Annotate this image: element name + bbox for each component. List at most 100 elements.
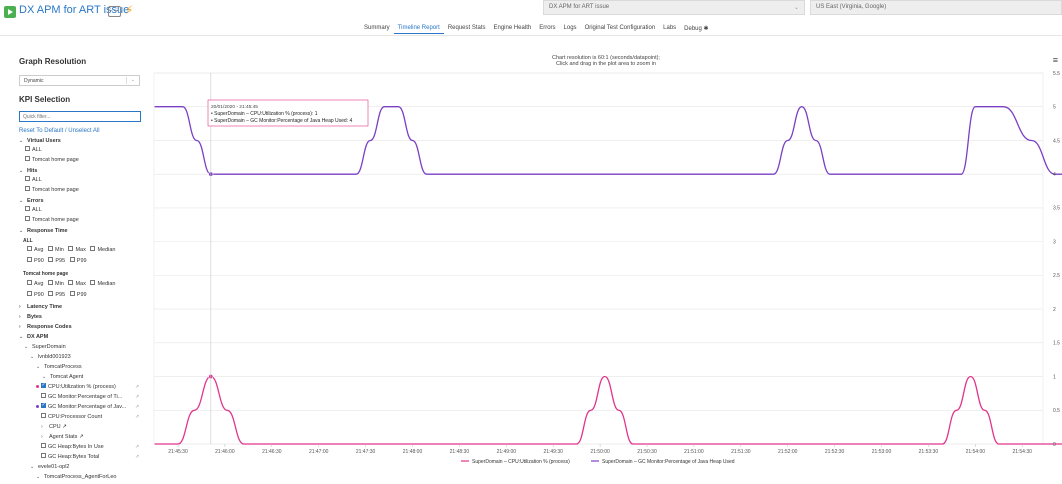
region-selector[interactable]: US East (Virginia, Google) <box>810 0 1062 15</box>
checkbox[interactable] <box>25 156 30 162</box>
tab-timeline-report[interactable]: Timeline Report <box>393 25 444 34</box>
checkbox[interactable] <box>27 291 32 297</box>
tab-summary[interactable]: Summary <box>360 25 394 34</box>
tree-node-host[interactable]: ⌄ lvnbld001923 <box>30 353 71 362</box>
metric-item[interactable]: CPU:Processor Count <box>41 413 102 422</box>
external-link-icon[interactable]: ↗ <box>62 424 67 430</box>
group-response-time[interactable]: ⌄ Response Time <box>19 227 68 236</box>
tree-node-agent-stats[interactable]: › Agent Stats ↗ <box>41 433 84 442</box>
metric-item[interactable]: GC Monitor:Percentage of Ti... <box>41 393 122 402</box>
group-hits[interactable]: ⌄ Hits <box>19 167 37 176</box>
tree-node-agent[interactable]: ⌄ Tomcat Agent <box>42 373 83 382</box>
checkbox[interactable] <box>41 393 46 399</box>
group-errors[interactable]: ⌄ Errors <box>19 197 44 206</box>
tab-errors[interactable]: Errors <box>535 25 559 34</box>
group-bytes[interactable]: › Bytes <box>19 313 42 322</box>
kpi-item[interactable]: Tomcat home page <box>25 216 79 225</box>
more-options-button[interactable]: ··· <box>108 6 121 17</box>
checkbox[interactable] <box>25 206 30 212</box>
tab-debug[interactable]: Debug ✱ <box>680 25 712 34</box>
stat-label: Median <box>97 281 116 287</box>
stat-label: Min <box>54 247 64 253</box>
checkbox[interactable] <box>41 453 46 459</box>
checkbox[interactable] <box>69 257 75 263</box>
kpi-item[interactable]: ALL <box>25 206 42 215</box>
tab-debug-label: Debug <box>684 26 702 32</box>
tab-original-test-configuration[interactable]: Original Test Configuration <box>581 25 660 34</box>
resolution-select[interactable]: Dynamic ⌄ <box>19 75 140 86</box>
kpi-item[interactable]: Tomcat home page <box>25 186 79 195</box>
checkbox[interactable] <box>68 246 74 252</box>
quick-filter-input[interactable] <box>19 111 141 122</box>
checkbox[interactable] <box>90 280 96 286</box>
y-tick-label: 3.5 <box>1053 206 1060 212</box>
metric-label: CPU:Processor Count <box>48 414 103 420</box>
group-label: DX APM <box>27 334 49 340</box>
reset-unselect-link[interactable]: Reset To Default / Unselect All <box>19 128 100 134</box>
checkbox[interactable] <box>47 246 53 252</box>
play-icon[interactable] <box>4 6 16 18</box>
group-response-codes[interactable]: › Response Codes <box>19 323 72 332</box>
checkbox[interactable] <box>25 186 30 192</box>
stat-label: Max <box>75 281 86 287</box>
checkbox[interactable] <box>27 280 32 286</box>
kpi-item[interactable]: ALL <box>25 176 42 185</box>
kpi-item[interactable]: ALL <box>25 146 42 155</box>
external-link-icon[interactable]: ↗ <box>135 384 139 390</box>
checkbox[interactable] <box>25 176 30 182</box>
chevron-right-icon: › <box>19 314 21 320</box>
metric-item[interactable]: GC Monitor:Percentage of Jav... <box>36 401 127 412</box>
checkbox[interactable] <box>68 280 74 286</box>
stat-label: Avg <box>34 281 44 287</box>
chevron-down-icon: ⌄ <box>30 354 35 360</box>
bolt-icon[interactable]: ⚡ <box>125 3 133 17</box>
checkbox[interactable] <box>25 216 30 222</box>
checkbox[interactable] <box>69 291 75 297</box>
chevron-down-icon: ⌄ <box>19 334 24 340</box>
group-virtual-users[interactable]: ⌄ Virtual Users <box>19 137 61 146</box>
hamburger-menu-icon[interactable]: ≡ <box>1053 55 1058 65</box>
tab-logs[interactable]: Logs <box>560 25 581 34</box>
kpi-item[interactable]: Tomcat home page <box>25 156 79 165</box>
metric-label: GC Monitor:Percentage of Jav... <box>48 404 127 410</box>
checkbox[interactable] <box>27 246 32 252</box>
timeline-chart[interactable]: 20/01/2020 - 21:45:45 • SuperDomain – CP… <box>150 37 1062 484</box>
external-link-icon[interactable]: ↗ <box>135 394 139 400</box>
metric-item[interactable]: GC Heap:Bytes Total <box>41 453 99 462</box>
checkbox[interactable] <box>48 257 54 263</box>
group-label: Response Time <box>27 228 68 234</box>
x-tick-label: 21:53:00 <box>872 449 892 455</box>
tree-node-cpu[interactable]: › CPU ↗ <box>41 423 67 432</box>
checkbox[interactable] <box>41 401 46 410</box>
group-dx-apm[interactable]: ⌄ DX APM <box>19 333 48 342</box>
metric-item[interactable]: CPU:Utilization % (process) <box>36 381 116 392</box>
tab-request-stats[interactable]: Request Stats <box>444 25 490 34</box>
checkbox[interactable] <box>47 280 53 286</box>
group-latency-time[interactable]: › Latency Time <box>19 303 62 312</box>
tree-node-domain[interactable]: ⌄ SuperDomain <box>24 343 66 352</box>
select-divider <box>126 77 127 84</box>
external-link-icon[interactable]: ↗ <box>135 414 139 420</box>
checkbox[interactable] <box>41 443 46 449</box>
tree-node-process2[interactable]: ⌄ TomcatProcess_AgentForLeo <box>36 473 116 482</box>
tab-engine-health[interactable]: Engine Health <box>490 25 536 34</box>
tree-node-process[interactable]: ⌄ TomcatProcess <box>36 363 82 372</box>
test-selector[interactable]: DX APM for ART issue ⌄ <box>543 0 805 15</box>
checkbox[interactable] <box>27 257 32 263</box>
bug-icon: ✱ <box>703 26 709 32</box>
chevron-right-icon: › <box>19 304 21 310</box>
external-link-icon[interactable]: ↗ <box>135 444 139 450</box>
checkbox[interactable] <box>25 146 30 152</box>
tab-labs[interactable]: Labs <box>659 25 680 34</box>
external-link-icon[interactable]: ↗ <box>79 434 84 440</box>
checkbox[interactable] <box>41 381 46 390</box>
checkbox[interactable] <box>90 246 96 252</box>
chart-resolution-note: Chart resolution is 60:1 (seconds/datapo… <box>150 55 1062 67</box>
x-tick-label: 21:48:00 <box>403 449 423 455</box>
external-link-icon[interactable]: ↗ <box>135 404 139 410</box>
tree-node-host2[interactable]: ⌄ evele01-opl2 <box>30 463 70 472</box>
external-link-icon[interactable]: ↗ <box>135 454 139 460</box>
metric-item[interactable]: GC Heap:Bytes In Use <box>41 443 104 452</box>
checkbox[interactable] <box>41 413 46 419</box>
checkbox[interactable] <box>48 291 54 297</box>
